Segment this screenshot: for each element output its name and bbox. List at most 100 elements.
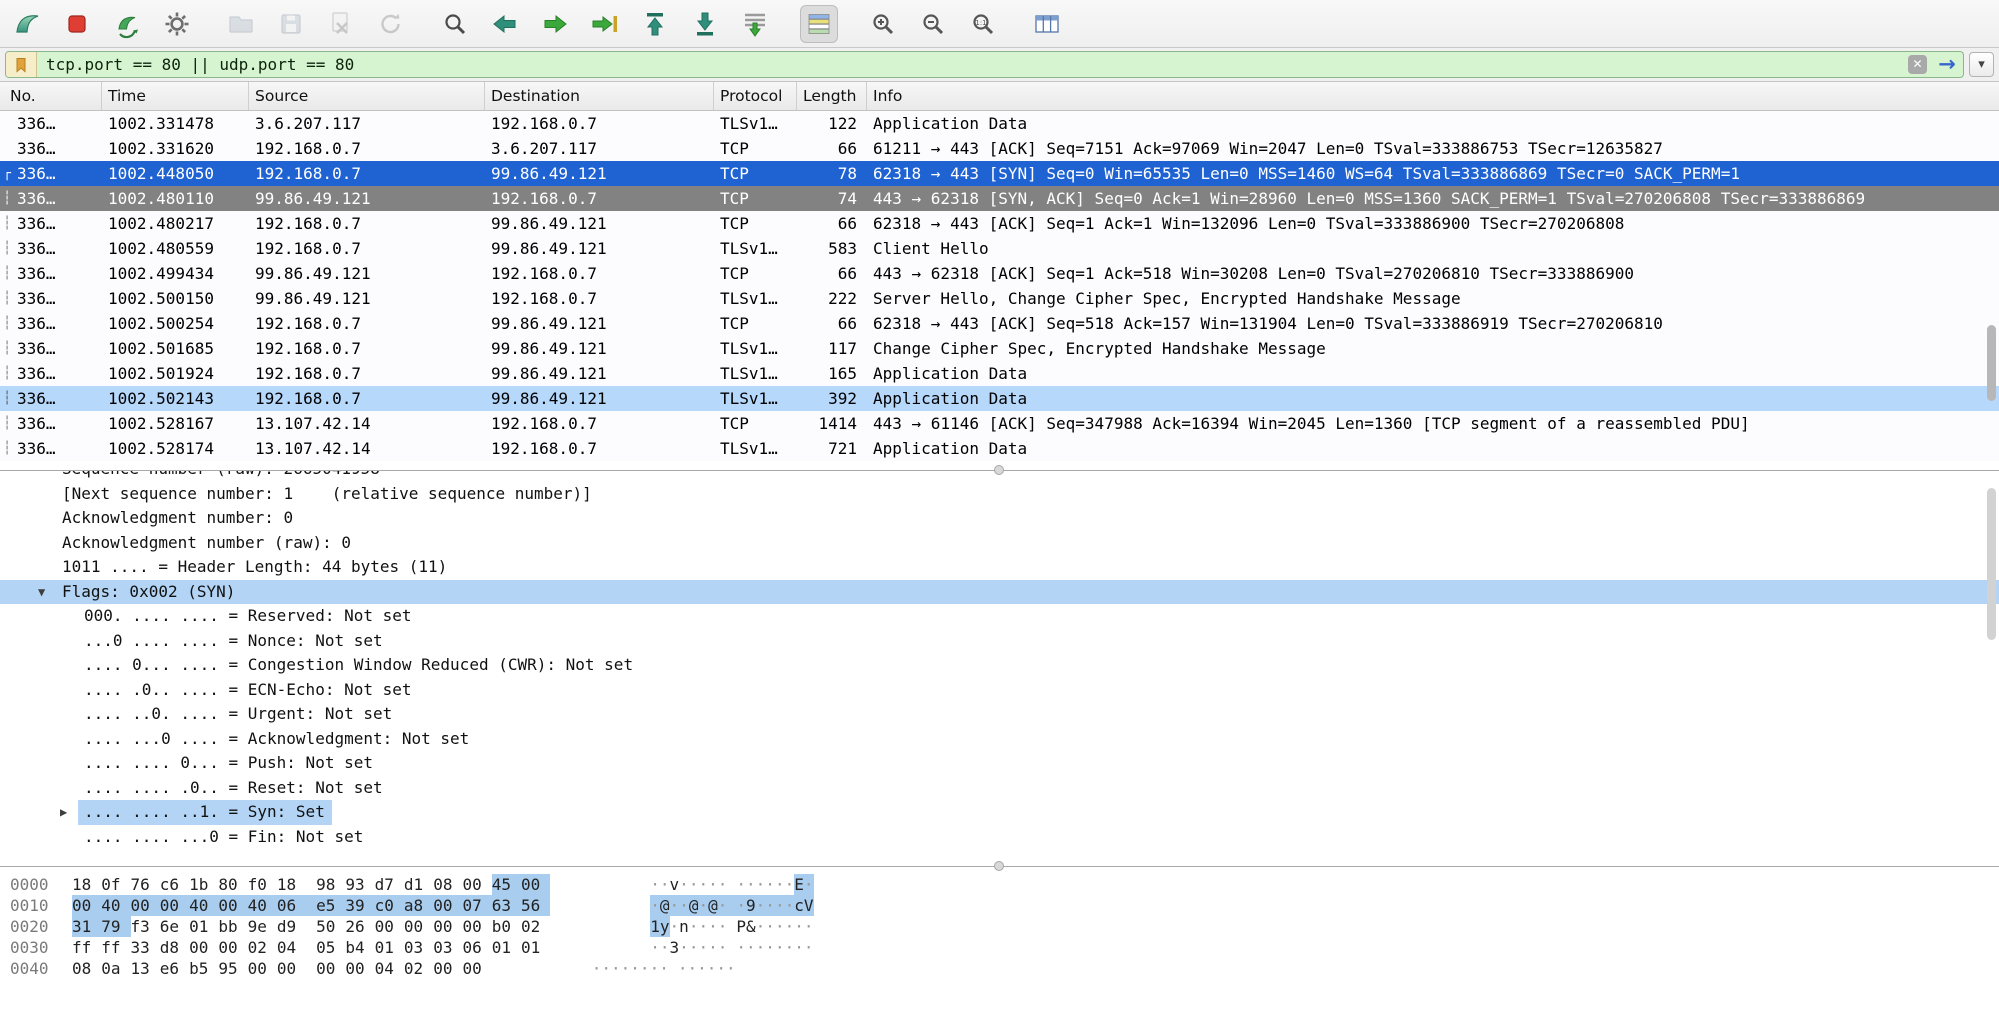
cell-destination: 192.168.0.7 <box>485 286 714 311</box>
cell-gutter: ┌ <box>0 161 14 186</box>
column-header-no[interactable]: No. <box>0 82 102 110</box>
column-header-length[interactable]: Length <box>797 82 867 110</box>
detail-line[interactable]: ▼Flags: 0x002 (SYN) <box>0 580 1999 605</box>
cell-destination: 192.168.0.7 <box>485 111 714 136</box>
filter-bookmark-button[interactable] <box>6 52 37 77</box>
details-scrollbar-thumb[interactable] <box>1987 488 1996 640</box>
cell-protocol: TCP <box>714 261 797 286</box>
restart-capture-button[interactable] <box>108 5 146 43</box>
file-button-group <box>222 5 410 43</box>
expand-arrow-icon[interactable]: ▶ <box>60 800 67 825</box>
detail-line[interactable]: .... ...0 .... = Acknowledgment: Not set <box>0 727 1999 752</box>
colorize-packets-button[interactable] <box>800 5 838 43</box>
hex-byte: 02 <box>521 916 550 937</box>
hex-byte: 40 <box>189 895 218 916</box>
detail-line[interactable]: ...0 .... .... = Nonce: Not set <box>0 629 1999 654</box>
go-to-packet-button[interactable] <box>586 5 624 43</box>
column-header-protocol[interactable]: Protocol <box>714 82 797 110</box>
save-file-button[interactable] <box>272 5 310 43</box>
packet-row[interactable]: ┆336…1002.50015099.86.49.121192.168.0.7T… <box>0 286 1999 311</box>
detail-line[interactable]: ▶ .... .... ..1. = Syn: Set <box>0 800 1999 825</box>
packet-row[interactable]: 336…1002.331620192.168.0.73.6.207.117TCP… <box>0 136 1999 161</box>
go-back-button[interactable] <box>486 5 524 43</box>
detail-line[interactable]: .... .0.. .... = ECN-Echo: Not set <box>0 678 1999 703</box>
hex-byte: 0f <box>101 874 130 895</box>
packet-row[interactable]: ┆336…1002.52816713.107.42.14192.168.0.7T… <box>0 411 1999 436</box>
go-last-packet-button[interactable] <box>686 5 724 43</box>
detail-line[interactable]: 000. .... .... = Reserved: Not set <box>0 604 1999 629</box>
cell-protocol: TCP <box>714 186 797 211</box>
reload-icon <box>376 9 406 39</box>
packet-row[interactable]: ┆336…1002.52817413.107.42.14192.168.0.7T… <box>0 436 1999 461</box>
hex-row[interactable]: 0040080a13e6b5950000000004020000········… <box>10 958 1999 979</box>
go-forward-button[interactable] <box>536 5 574 43</box>
stop-capture-button[interactable] <box>58 5 96 43</box>
cell-protocol: TCP <box>714 411 797 436</box>
ascii-char: · <box>659 958 678 979</box>
hex-row[interactable]: 0000180f76c61b80f0189893d7d108004500··v·… <box>10 874 1999 895</box>
zoom-in-button[interactable] <box>864 5 902 43</box>
packet-row[interactable]: ┆336…1002.49943499.86.49.121192.168.0.7T… <box>0 261 1999 286</box>
detail-line[interactable]: Acknowledgment number (raw): 0 <box>0 531 1999 556</box>
detail-line[interactable]: 1011 .... = Header Length: 44 bytes (11) <box>0 555 1999 580</box>
filter-apply-button[interactable]: → <box>1934 52 1960 77</box>
zoom-out-button[interactable] <box>914 5 952 43</box>
detail-line[interactable]: .... 0... .... = Congestion Window Reduc… <box>0 653 1999 678</box>
packet-row[interactable]: ┆336…1002.502143192.168.0.799.86.49.121T… <box>0 386 1999 411</box>
detail-text: .... .... 0... = Push: Not set <box>84 751 373 776</box>
packet-row[interactable]: ┆336…1002.501685192.168.0.799.86.49.121T… <box>0 336 1999 361</box>
filter-clear-button[interactable]: ✕ <box>1908 55 1927 74</box>
packet-row[interactable]: ┆336…1002.480559192.168.0.799.86.49.121T… <box>0 236 1999 261</box>
display-filter-input[interactable] <box>37 55 1908 74</box>
column-header-destination[interactable]: Destination <box>485 82 714 110</box>
hex-row[interactable]: 00100040000040004006e539c0a800076356·@··… <box>10 895 1999 916</box>
detail-line[interactable]: Acknowledgment number: 0 <box>0 506 1999 531</box>
column-header-source[interactable]: Source <box>249 82 485 110</box>
hex-byte: 56 <box>521 895 550 916</box>
start-capture-button[interactable] <box>8 5 46 43</box>
find-packet-button[interactable] <box>436 5 474 43</box>
detail-line[interactable]: .... .... .0.. = Reset: Not set <box>0 776 1999 801</box>
hex-row[interactable]: 0030ffff33d80000020405b4010303060101··3·… <box>10 937 1999 958</box>
packet-row[interactable]: 336…1002.3314783.6.207.117192.168.0.7TLS… <box>0 111 1999 136</box>
packet-row[interactable]: ┆336…1002.501924192.168.0.799.86.49.121T… <box>0 361 1999 386</box>
detail-text: .... .... ..1. = Syn: Set <box>78 800 332 825</box>
cell-protocol: TLSv1… <box>714 286 797 311</box>
column-header-time[interactable]: Time <box>102 82 249 110</box>
go-first-packet-button[interactable] <box>636 5 674 43</box>
cell-length: 66 <box>797 211 867 236</box>
column-header-info[interactable]: Info <box>867 82 1999 110</box>
cell-info: 62318 → 443 [ACK] Seq=1 Ack=1 Win=132096… <box>867 211 1999 236</box>
packet-row[interactable]: ┆336…1002.480217192.168.0.799.86.49.121T… <box>0 211 1999 236</box>
packet-list-scrollbar-thumb[interactable] <box>1987 325 1996 401</box>
open-file-button[interactable] <box>222 5 260 43</box>
reload-file-button[interactable] <box>372 5 410 43</box>
ascii-char: @ <box>660 895 670 916</box>
detail-line[interactable]: .... ..0. .... = Urgent: Not set <box>0 702 1999 727</box>
detail-line[interactable]: .... .... 0... = Push: Not set <box>0 751 1999 776</box>
cell-source: 192.168.0.7 <box>249 161 485 186</box>
cell-info: 62318 → 443 [ACK] Seq=518 Ack=157 Win=13… <box>867 311 1999 336</box>
packet-row[interactable]: ┌336…1002.448050192.168.0.799.86.49.121T… <box>0 161 1999 186</box>
zoom-reset-button[interactable]: 1:1 <box>964 5 1002 43</box>
collapse-arrow-icon[interactable]: ▼ <box>38 580 45 605</box>
auto-scroll-button[interactable] <box>736 5 774 43</box>
resize-columns-button[interactable] <box>1028 5 1066 43</box>
close-file-button[interactable] <box>322 5 360 43</box>
cell-time: 1002.501924 <box>102 361 249 386</box>
pane-splitter-handle-top[interactable] <box>994 465 1004 475</box>
hex-row[interactable]: 00203179f36e01bb9ed9502600000000b0021y·n… <box>10 916 1999 937</box>
pane-splitter-handle-bottom[interactable] <box>994 861 1004 871</box>
detail-line[interactable]: [Next sequence number: 1 (relative seque… <box>0 482 1999 507</box>
filter-dropdown-button[interactable]: ▾ <box>1969 52 1994 77</box>
packet-row[interactable]: ┆336…1002.48011099.86.49.121192.168.0.7T… <box>0 186 1999 211</box>
ascii-char: @ <box>689 895 699 916</box>
packet-row[interactable]: ┆336…1002.500254192.168.0.799.86.49.121T… <box>0 311 1999 336</box>
cell-info: Change Cipher Spec, Encrypted Handshake … <box>867 336 1999 361</box>
ascii-char: · <box>650 895 660 916</box>
capture-options-button[interactable] <box>158 5 196 43</box>
detail-line[interactable]: .... .... ...0 = Fin: Not set <box>0 825 1999 850</box>
cell-length: 222 <box>797 286 867 311</box>
ascii-char: · <box>689 937 699 958</box>
arrow-up-to-line-icon <box>640 9 670 39</box>
